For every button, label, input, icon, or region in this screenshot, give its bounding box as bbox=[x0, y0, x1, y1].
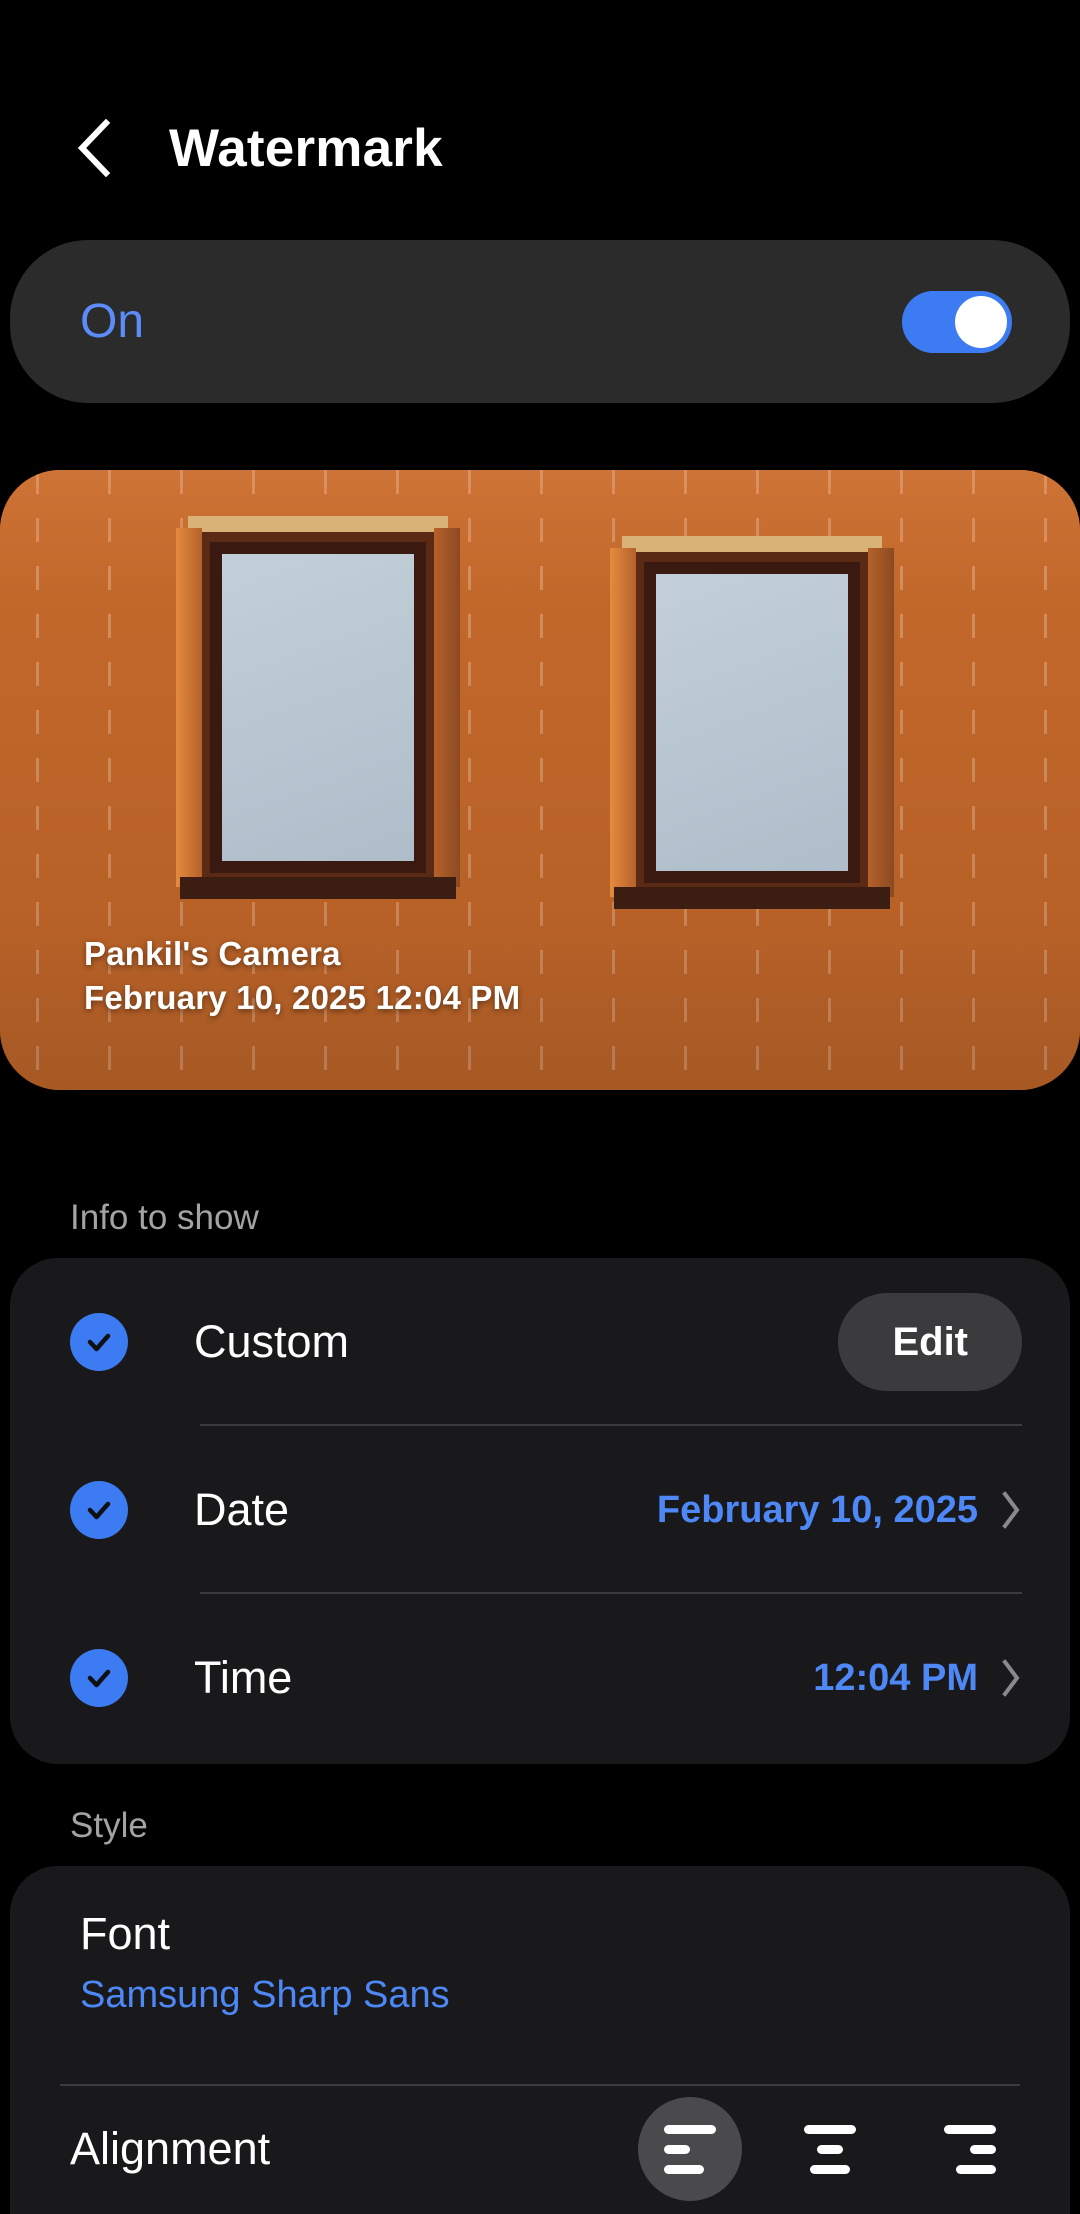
window-left bbox=[176, 516, 460, 899]
align-center-button[interactable] bbox=[778, 2097, 882, 2201]
chevron-right-icon[interactable] bbox=[1000, 1490, 1022, 1530]
page-title: Watermark bbox=[169, 118, 443, 178]
chevron-left-icon bbox=[70, 117, 116, 179]
watermark-settings-screen: Watermark On Pankil's Camera February 10 bbox=[0, 0, 1080, 2214]
checkbox-custom[interactable] bbox=[70, 1313, 128, 1371]
window-right bbox=[610, 536, 894, 909]
row-label-custom: Custom bbox=[194, 1316, 350, 1367]
watermark-toggle-card[interactable]: On bbox=[10, 240, 1070, 403]
watermark-line-2: February 10, 2025 12:04 PM bbox=[84, 979, 521, 1017]
back-button[interactable] bbox=[62, 117, 124, 179]
check-icon bbox=[87, 1669, 111, 1688]
row-date[interactable]: Date February 10, 2025 bbox=[10, 1426, 1070, 1594]
row-custom[interactable]: Custom Edit bbox=[10, 1258, 1070, 1426]
font-label: Font bbox=[80, 1908, 171, 1959]
row-label-date: Date bbox=[194, 1484, 290, 1535]
row-alignment: Alignment bbox=[10, 2084, 1070, 2214]
align-right-icon bbox=[944, 2124, 996, 2174]
alignment-options bbox=[638, 2097, 1022, 2201]
watermark-overlay: Pankil's Camera February 10, 2025 12:04 … bbox=[84, 932, 520, 1020]
toggle-knob bbox=[955, 295, 1007, 348]
row-value-time: 12:04 PM bbox=[813, 1656, 978, 1699]
app-header: Watermark bbox=[0, 92, 1080, 204]
watermark-toggle-switch[interactable] bbox=[902, 290, 1012, 353]
info-section-header: Info to show bbox=[70, 1198, 259, 1237]
align-center-icon bbox=[804, 2124, 856, 2174]
row-time[interactable]: Time 12:04 PM bbox=[10, 1594, 1070, 1762]
style-section-header: Style bbox=[70, 1806, 148, 1845]
toggle-state-label: On bbox=[80, 295, 145, 348]
row-font[interactable]: Font Samsung Sharp Sans bbox=[10, 1866, 1070, 2055]
check-icon bbox=[87, 1501, 111, 1520]
check-icon bbox=[87, 1333, 111, 1352]
watermark-line-1: Pankil's Camera bbox=[84, 935, 341, 973]
chevron-right-icon[interactable] bbox=[1000, 1658, 1022, 1698]
checkbox-time[interactable] bbox=[70, 1649, 128, 1707]
photo-preview: Pankil's Camera February 10, 2025 12:04 … bbox=[0, 470, 1080, 1090]
checkbox-date[interactable] bbox=[70, 1481, 128, 1539]
align-left-button[interactable] bbox=[638, 2097, 742, 2201]
row-label-time: Time bbox=[194, 1652, 293, 1703]
edit-custom-button[interactable]: Edit bbox=[838, 1293, 1022, 1391]
alignment-label: Alignment bbox=[70, 2123, 271, 2174]
row-value-date: February 10, 2025 bbox=[656, 1488, 978, 1531]
align-left-icon bbox=[664, 2124, 716, 2174]
info-to-show-card: Custom Edit Date February 10, 2025 Time … bbox=[10, 1258, 1070, 1764]
font-value: Samsung Sharp Sans bbox=[80, 1974, 450, 2016]
align-right-button[interactable] bbox=[918, 2097, 1022, 2201]
